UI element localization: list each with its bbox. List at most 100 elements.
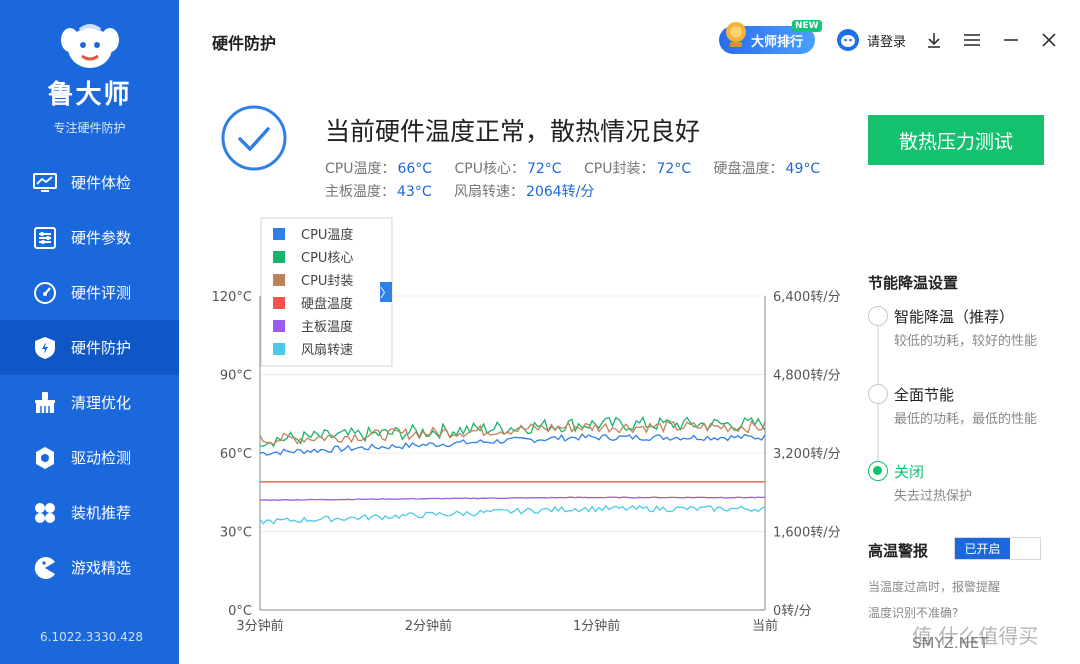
rank-label: 大师排行: [751, 34, 804, 50]
option-label: 全面节能: [894, 386, 955, 404]
readout-value: 2064转/分: [526, 184, 595, 200]
sidebar-item-label: 装机推荐: [71, 504, 132, 522]
legend-swatch: [273, 274, 285, 286]
right-tick-label: 4,800转/分: [773, 369, 840, 384]
watermark: 值 什么值得买 SMYZ.NET: [912, 620, 1038, 652]
cooling-settings-title: 节能降温设置: [868, 274, 959, 292]
option-label: 关闭: [894, 463, 925, 481]
legend-label: CPU封装: [301, 274, 353, 289]
series-line: [259, 504, 766, 525]
right-tick-label: 1,600转/分: [773, 526, 840, 541]
left-tick-label: 90°C: [220, 369, 252, 384]
readout-label: 风扇转速：: [454, 184, 525, 200]
sidebar-item-games[interactable]: 游戏精选: [0, 540, 179, 595]
series-line: [259, 433, 766, 456]
download-icon[interactable]: [922, 28, 946, 52]
readout-value: 72°C: [656, 161, 692, 177]
legend-swatch: [273, 228, 285, 240]
x-tick-label: 1分钟前: [573, 618, 620, 634]
readout-label: 硬盘温度：: [713, 161, 784, 177]
gear-icon: [33, 446, 57, 470]
header: 硬件防护 大师排行 NEW 请登录: [179, 0, 1080, 80]
legend-expand-icon: 〉: [380, 286, 392, 300]
readout-value: 43°C: [397, 184, 432, 200]
temp-inaccurate-link[interactable]: 温度识别不准确?: [868, 604, 958, 621]
x-tick-label: 3分钟前: [236, 618, 283, 634]
option-desc: 较低的功耗，较好的性能: [894, 334, 1038, 349]
option-label: 智能降温（推荐）: [894, 308, 1015, 326]
temperature-chart: 0°C 30°C 60°C 90°C 120°C 0转/分 1,600转/分 3,200转/分…: [212, 217, 840, 634]
readout-label: 主板温度：: [325, 184, 395, 200]
legend-label: 主板温度: [301, 319, 353, 335]
left-tick-label: 120°C: [212, 290, 252, 305]
app-name: 鲁大师: [47, 80, 132, 110]
sidebar-item-driver-check[interactable]: 驱动检测: [0, 430, 179, 485]
login-button[interactable]: 请登录: [837, 29, 906, 51]
version-label: 6.1022.3330.428: [40, 630, 144, 644]
option-desc: 最低的功耗，最低的性能: [894, 412, 1038, 427]
series-line: [259, 419, 766, 446]
readout-value: 66°C: [397, 161, 433, 177]
gauge-icon: [33, 281, 57, 305]
monitor-icon: [33, 171, 57, 195]
readout-label: CPU温度：: [325, 161, 396, 177]
alarm-description: 当温度过高时，报警提醒: [868, 580, 1001, 594]
right-tick-label: 6,400转/分: [773, 290, 840, 305]
sliders-icon: [33, 226, 57, 250]
radio-smart-cooling[interactable]: [868, 306, 888, 326]
left-tick-label: 0°C: [228, 604, 252, 619]
legend-label: CPU温度: [301, 227, 353, 243]
legend-swatch: [273, 343, 285, 355]
sidebar-item-label: 硬件防护: [71, 339, 132, 357]
x-tick-label: 2分钟前: [405, 618, 452, 634]
grid-icon: [33, 501, 57, 525]
sidebar-item-label: 驱动检测: [71, 449, 132, 467]
minimize-icon[interactable]: [999, 28, 1023, 52]
sidebar-item-cleanup[interactable]: 清理优化: [0, 375, 179, 430]
readout-row: 主板温度： 43°C 风扇转速： 2064转/分: [325, 181, 838, 204]
pacman-icon: [33, 556, 57, 580]
radio-full-saving[interactable]: [868, 384, 888, 404]
legend-label: 硬盘温度: [301, 296, 353, 312]
legend-swatch: [273, 297, 285, 309]
radio-off[interactable]: [868, 461, 888, 481]
close-icon[interactable]: [1037, 28, 1061, 52]
check-circle-icon: [220, 104, 288, 172]
alarm-toggle-label: 已开启: [955, 538, 1010, 559]
sidebar-item-hardware-check[interactable]: 硬件体检: [0, 155, 179, 210]
sidebar-item-label: 游戏精选: [71, 559, 132, 577]
readout-value: 49°C: [785, 161, 821, 177]
sidebar-item-label: 硬件体检: [71, 174, 132, 192]
sidebar-item-label: 清理优化: [71, 394, 132, 412]
legend-swatch: [273, 320, 285, 332]
legend-label: CPU核心: [301, 251, 353, 266]
sidebar-item-hardware-protection[interactable]: 硬件防护: [0, 320, 179, 375]
new-badge: NEW: [792, 20, 822, 32]
sidebar-item-hardware-benchmark[interactable]: 硬件评测: [0, 265, 179, 320]
shield-icon: [33, 336, 57, 360]
sidebar-item-build-recommend[interactable]: 装机推荐: [0, 485, 179, 540]
series-line: [259, 496, 766, 501]
page-title: 硬件防护: [212, 34, 277, 53]
alarm-toggle[interactable]: 已开启: [954, 537, 1041, 560]
trophy-icon: [723, 20, 749, 50]
app-logo: 鲁大师 专注硬件防护: [0, 18, 179, 136]
sidebar: 鲁大师 专注硬件防护 硬件体检 硬件参数 硬件评测 硬件防护 清理优化 驱动检测…: [0, 0, 179, 664]
readout-value: 72°C: [526, 161, 562, 177]
x-tick-label: 当前: [752, 618, 778, 634]
left-tick-label: 30°C: [220, 526, 252, 541]
readout-label: CPU封装：: [584, 161, 655, 177]
menu-icon[interactable]: [960, 28, 984, 52]
sidebar-item-hardware-params[interactable]: 硬件参数: [0, 210, 179, 265]
user-avatar-icon: [837, 29, 859, 51]
sidebar-item-label: 硬件评测: [71, 284, 132, 302]
high-temp-alarm-title: 高温警报: [868, 542, 929, 560]
temperature-readouts: CPU温度： 66°C CPU核心： 72°C CPU封装： 72°C 硬盘温度： 49…: [325, 158, 838, 204]
watermark-sub: SMYZ.NET: [912, 634, 989, 652]
legend-swatch: [273, 251, 285, 263]
left-tick-label: 60°C: [220, 447, 252, 462]
option-desc: 失去过热保护: [894, 489, 973, 504]
sidebar-nav: 硬件体检 硬件参数 硬件评测 硬件防护 清理优化 驱动检测 装机推荐 游戏精选: [0, 155, 179, 595]
legend-label: 风扇转速: [301, 342, 353, 358]
stress-test-button[interactable]: 散热压力测试: [868, 115, 1044, 165]
